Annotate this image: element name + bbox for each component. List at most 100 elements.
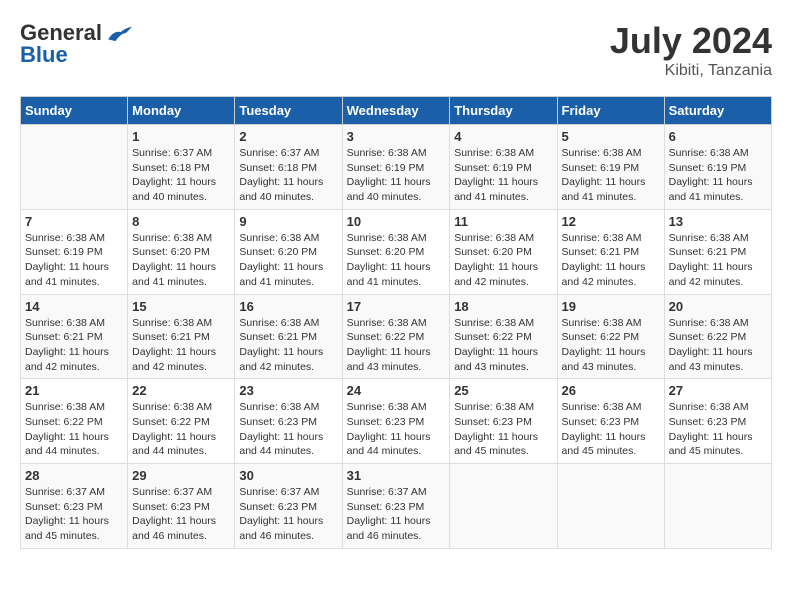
calendar-cell xyxy=(21,125,128,210)
calendar-cell: 7 Sunrise: 6:38 AM Sunset: 6:19 PM Daylig… xyxy=(21,209,128,294)
day-info: Sunrise: 6:38 AM Sunset: 6:23 PM Dayligh… xyxy=(562,400,660,459)
day-number: 29 xyxy=(132,468,230,483)
calendar-cell: 30 Sunrise: 6:37 AM Sunset: 6:23 PM Dayli… xyxy=(235,464,342,549)
title-section: July 2024 Kibiti, Tanzania xyxy=(610,20,772,80)
calendar-week-row: 14 Sunrise: 6:38 AM Sunset: 6:21 PM Dayli… xyxy=(21,294,772,379)
day-number: 26 xyxy=(562,383,660,398)
day-number: 13 xyxy=(669,214,767,229)
calendar-cell: 15 Sunrise: 6:38 AM Sunset: 6:21 PM Dayli… xyxy=(128,294,235,379)
day-number: 11 xyxy=(454,214,552,229)
day-number: 24 xyxy=(347,383,446,398)
calendar-cell: 19 Sunrise: 6:38 AM Sunset: 6:22 PM Dayli… xyxy=(557,294,664,379)
day-info: Sunrise: 6:38 AM Sunset: 6:22 PM Dayligh… xyxy=(132,400,230,459)
calendar-cell: 10 Sunrise: 6:38 AM Sunset: 6:20 PM Dayli… xyxy=(342,209,450,294)
day-info: Sunrise: 6:38 AM Sunset: 6:19 PM Dayligh… xyxy=(347,146,446,205)
calendar-cell: 3 Sunrise: 6:38 AM Sunset: 6:19 PM Daylig… xyxy=(342,125,450,210)
day-info: Sunrise: 6:38 AM Sunset: 6:22 PM Dayligh… xyxy=(669,316,767,375)
calendar-week-row: 28Sunrise: 6:37 AM Sunset: 6:23 PM Dayli… xyxy=(21,464,772,549)
logo-blue-text: Blue xyxy=(20,42,68,68)
calendar-cell: 6 Sunrise: 6:38 AM Sunset: 6:19 PM Daylig… xyxy=(664,125,771,210)
day-info: Sunrise: 6:38 AM Sunset: 6:22 PM Dayligh… xyxy=(347,316,446,375)
day-number: 10 xyxy=(347,214,446,229)
day-info: Sunrise: 6:38 AM Sunset: 6:22 PM Dayligh… xyxy=(562,316,660,375)
calendar-cell: 23 Sunrise: 6:38 AM Sunset: 6:23 PM Dayli… xyxy=(235,379,342,464)
day-info: Sunrise: 6:37 AM Sunset: 6:23 PM Dayligh… xyxy=(25,485,123,544)
day-info: Sunrise: 6:38 AM Sunset: 6:19 PM Dayligh… xyxy=(25,231,123,290)
calendar-header-thursday: Thursday xyxy=(450,97,557,125)
day-number: 25 xyxy=(454,383,552,398)
day-number: 19 xyxy=(562,299,660,314)
calendar-cell: 25 Sunrise: 6:38 AM Sunset: 6:23 PM Dayli… xyxy=(450,379,557,464)
calendar-header-wednesday: Wednesday xyxy=(342,97,450,125)
calendar-cell: 9 Sunrise: 6:38 AM Sunset: 6:20 PM Daylig… xyxy=(235,209,342,294)
calendar-cell: 26 Sunrise: 6:38 AM Sunset: 6:23 PM Dayli… xyxy=(557,379,664,464)
day-info: Sunrise: 6:38 AM Sunset: 6:19 PM Dayligh… xyxy=(669,146,767,205)
day-info: Sunrise: 6:38 AM Sunset: 6:19 PM Dayligh… xyxy=(562,146,660,205)
calendar-header-saturday: Saturday xyxy=(664,97,771,125)
day-info: Sunrise: 6:37 AM Sunset: 6:18 PM Dayligh… xyxy=(239,146,337,205)
calendar-week-row: 1Sunrise: 6:37 AM Sunset: 6:18 PM Daylig… xyxy=(21,125,772,210)
day-info: Sunrise: 6:37 AM Sunset: 6:23 PM Dayligh… xyxy=(239,485,337,544)
calendar-cell xyxy=(557,464,664,549)
day-info: Sunrise: 6:38 AM Sunset: 6:21 PM Dayligh… xyxy=(239,316,337,375)
day-info: Sunrise: 6:38 AM Sunset: 6:23 PM Dayligh… xyxy=(239,400,337,459)
day-number: 3 xyxy=(347,129,446,144)
calendar-cell: 31Sunrise: 6:37 AM Sunset: 6:23 PM Dayli… xyxy=(342,464,450,549)
day-number: 12 xyxy=(562,214,660,229)
calendar-cell: 17Sunrise: 6:38 AM Sunset: 6:22 PM Dayli… xyxy=(342,294,450,379)
calendar-cell: 16 Sunrise: 6:38 AM Sunset: 6:21 PM Dayli… xyxy=(235,294,342,379)
day-info: Sunrise: 6:38 AM Sunset: 6:23 PM Dayligh… xyxy=(347,400,446,459)
day-number: 2 xyxy=(239,129,337,144)
calendar-week-row: 21 Sunrise: 6:38 AM Sunset: 6:22 PM Dayli… xyxy=(21,379,772,464)
day-info: Sunrise: 6:38 AM Sunset: 6:21 PM Dayligh… xyxy=(132,316,230,375)
calendar-cell xyxy=(450,464,557,549)
day-info: Sunrise: 6:38 AM Sunset: 6:20 PM Dayligh… xyxy=(239,231,337,290)
calendar-cell: 13 Sunrise: 6:38 AM Sunset: 6:21 PM Dayli… xyxy=(664,209,771,294)
calendar-header-row: SundayMondayTuesdayWednesdayThursdayFrid… xyxy=(21,97,772,125)
calendar-cell: 24 Sunrise: 6:38 AM Sunset: 6:23 PM Dayli… xyxy=(342,379,450,464)
day-number: 27 xyxy=(669,383,767,398)
calendar-cell xyxy=(664,464,771,549)
day-info: Sunrise: 6:37 AM Sunset: 6:23 PM Dayligh… xyxy=(347,485,446,544)
day-info: Sunrise: 6:37 AM Sunset: 6:23 PM Dayligh… xyxy=(132,485,230,544)
day-number: 23 xyxy=(239,383,337,398)
day-info: Sunrise: 6:38 AM Sunset: 6:22 PM Dayligh… xyxy=(454,316,552,375)
logo-bird-icon xyxy=(106,23,134,43)
day-info: Sunrise: 6:38 AM Sunset: 6:21 PM Dayligh… xyxy=(669,231,767,290)
logo: General Blue xyxy=(20,20,134,68)
day-number: 14 xyxy=(25,299,123,314)
day-number: 22 xyxy=(132,383,230,398)
day-number: 15 xyxy=(132,299,230,314)
day-info: Sunrise: 6:38 AM Sunset: 6:21 PM Dayligh… xyxy=(562,231,660,290)
day-number: 21 xyxy=(25,383,123,398)
calendar-cell: 5Sunrise: 6:38 AM Sunset: 6:19 PM Daylig… xyxy=(557,125,664,210)
calendar-header-friday: Friday xyxy=(557,97,664,125)
day-number: 7 xyxy=(25,214,123,229)
calendar-cell: 12 Sunrise: 6:38 AM Sunset: 6:21 PM Dayli… xyxy=(557,209,664,294)
calendar-cell: 4Sunrise: 6:38 AM Sunset: 6:19 PM Daylig… xyxy=(450,125,557,210)
day-number: 9 xyxy=(239,214,337,229)
calendar-cell: 28Sunrise: 6:37 AM Sunset: 6:23 PM Dayli… xyxy=(21,464,128,549)
day-info: Sunrise: 6:38 AM Sunset: 6:23 PM Dayligh… xyxy=(454,400,552,459)
calendar-cell: 18 Sunrise: 6:38 AM Sunset: 6:22 PM Dayli… xyxy=(450,294,557,379)
day-number: 18 xyxy=(454,299,552,314)
day-info: Sunrise: 6:38 AM Sunset: 6:23 PM Dayligh… xyxy=(669,400,767,459)
day-number: 20 xyxy=(669,299,767,314)
day-number: 4 xyxy=(454,129,552,144)
day-number: 30 xyxy=(239,468,337,483)
calendar-cell: 8 Sunrise: 6:38 AM Sunset: 6:20 PM Daylig… xyxy=(128,209,235,294)
calendar-cell: 1Sunrise: 6:37 AM Sunset: 6:18 PM Daylig… xyxy=(128,125,235,210)
day-number: 8 xyxy=(132,214,230,229)
calendar-cell: 20 Sunrise: 6:38 AM Sunset: 6:22 PM Dayli… xyxy=(664,294,771,379)
location-subtitle: Kibiti, Tanzania xyxy=(610,62,772,80)
day-number: 16 xyxy=(239,299,337,314)
day-info: Sunrise: 6:38 AM Sunset: 6:20 PM Dayligh… xyxy=(132,231,230,290)
day-number: 6 xyxy=(669,129,767,144)
day-info: Sunrise: 6:38 AM Sunset: 6:20 PM Dayligh… xyxy=(347,231,446,290)
calendar-cell: 27 Sunrise: 6:38 AM Sunset: 6:23 PM Dayli… xyxy=(664,379,771,464)
month-year-title: July 2024 xyxy=(610,20,772,62)
day-info: Sunrise: 6:38 AM Sunset: 6:21 PM Dayligh… xyxy=(25,316,123,375)
calendar-header-monday: Monday xyxy=(128,97,235,125)
calendar-cell: 11Sunrise: 6:38 AM Sunset: 6:20 PM Dayli… xyxy=(450,209,557,294)
calendar-week-row: 7 Sunrise: 6:38 AM Sunset: 6:19 PM Daylig… xyxy=(21,209,772,294)
